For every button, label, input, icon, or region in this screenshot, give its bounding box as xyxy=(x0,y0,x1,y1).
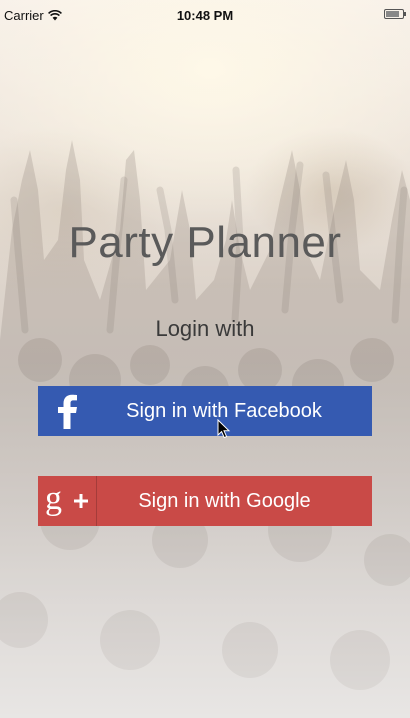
status-time: 10:48 PM xyxy=(176,8,234,23)
status-bar: Carrier 10:48 PM xyxy=(0,0,410,32)
svg-text:g: g xyxy=(45,483,62,517)
battery-icon xyxy=(384,9,406,19)
google-button-label: Sign in with Google xyxy=(138,489,311,512)
app-title: Party Planner xyxy=(68,218,342,267)
background-overlay xyxy=(0,0,410,718)
google-plus-icon: g xyxy=(38,476,96,526)
facebook-icon xyxy=(38,386,96,436)
facebook-button-label: Sign in with Facebook xyxy=(126,399,322,422)
google-sign-in-button[interactable]: g Sign in with Google xyxy=(38,476,372,526)
mouse-pointer-icon xyxy=(217,419,231,439)
login-with-label: Login with xyxy=(155,316,255,341)
facebook-sign-in-button[interactable]: Sign in with Facebook xyxy=(38,386,372,436)
login-screen: Carrier 10:48 PM Party Planner Login wit… xyxy=(0,0,410,718)
